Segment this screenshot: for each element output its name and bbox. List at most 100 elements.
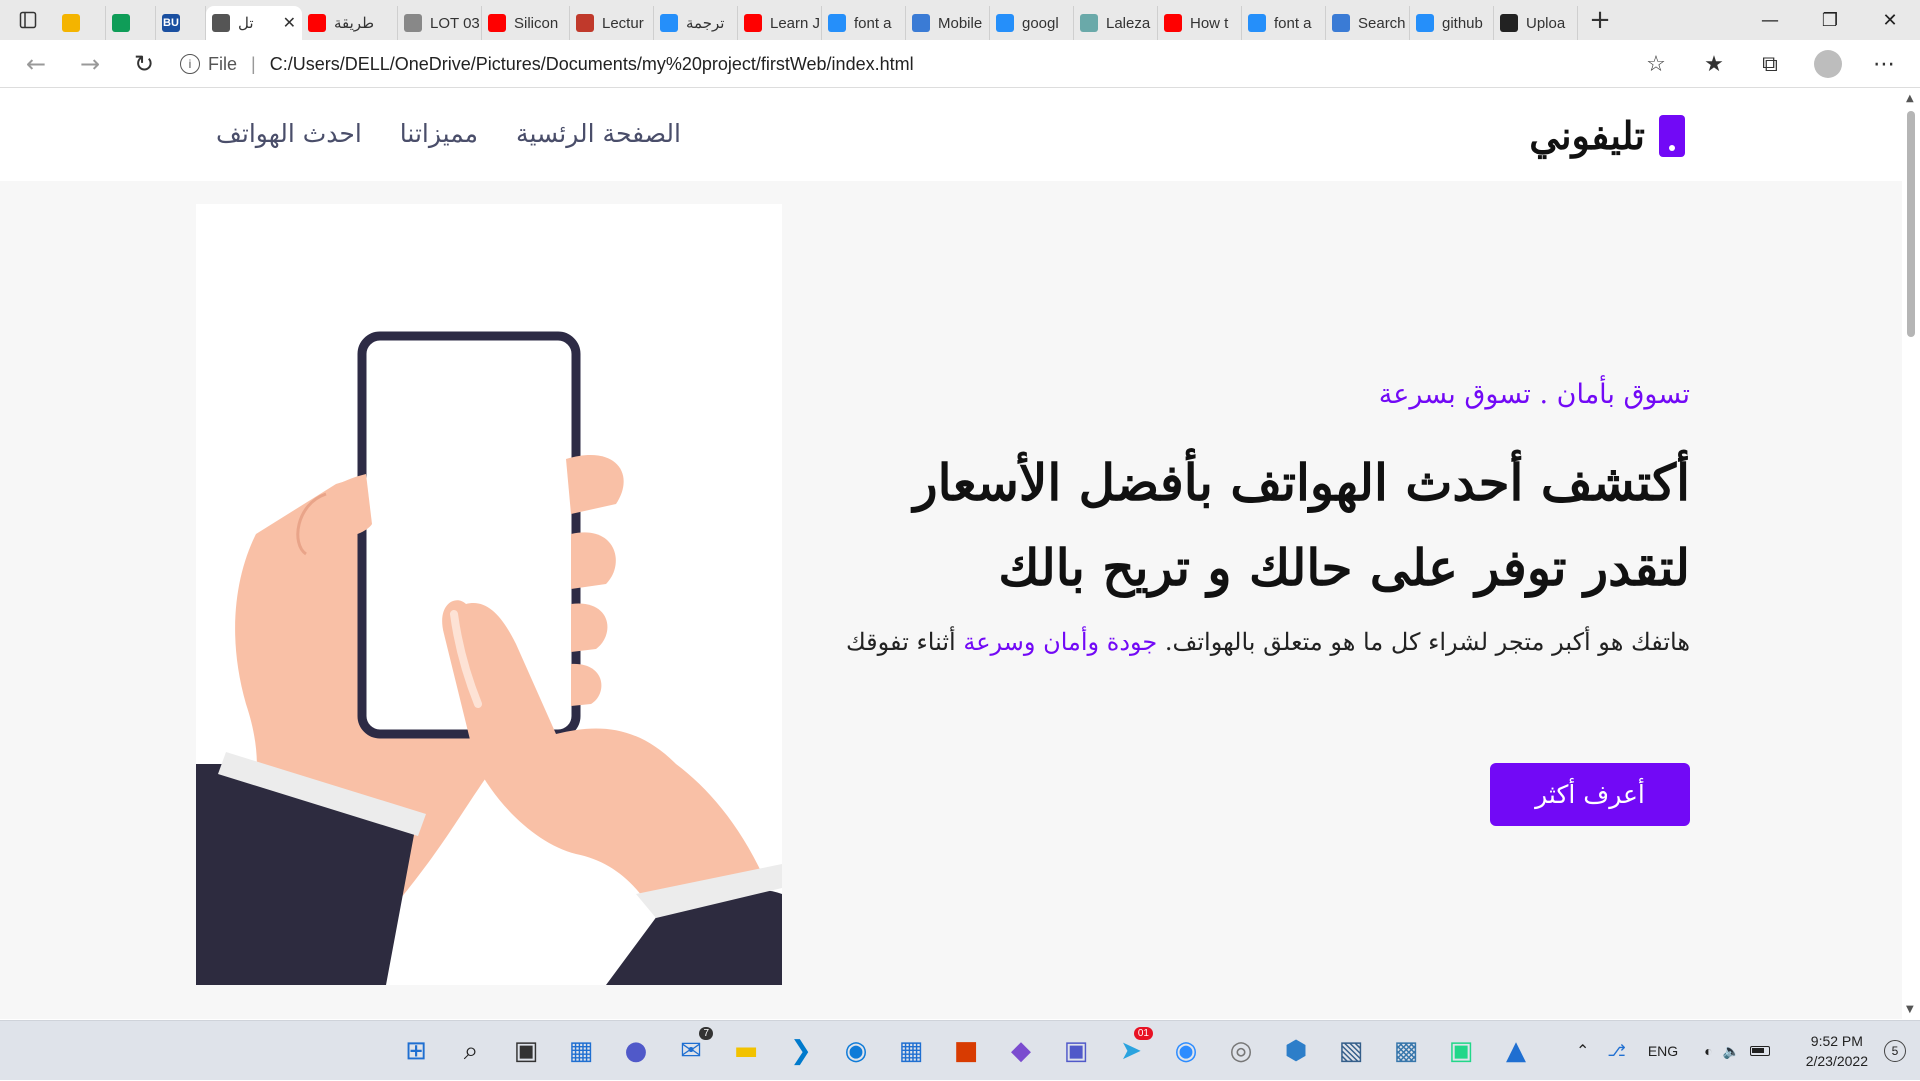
python-icon[interactable]: ▩	[1386, 1031, 1426, 1071]
description-end: أثناء تفوقك	[845, 628, 964, 656]
nav-link-home[interactable]: الصفحة الرئسية	[516, 119, 681, 148]
pdf-icon	[576, 14, 594, 32]
settings-more-icon[interactable]: ⋯	[1864, 44, 1904, 84]
browser-tab[interactable]: Laleza	[1074, 6, 1158, 40]
profile-avatar[interactable]	[1808, 44, 1848, 84]
bluetooth-icon[interactable]: ⎇	[1607, 1041, 1625, 1061]
store-icon[interactable]: ▦	[891, 1031, 931, 1071]
flag-icon	[1332, 14, 1350, 32]
browser-tab[interactable]: Learn J	[738, 6, 822, 40]
nav-link-latest-phones[interactable]: احدث الهواتف	[216, 119, 362, 148]
cube-icon[interactable]: ⬢	[1276, 1031, 1316, 1071]
tab-label: Silicon	[514, 14, 559, 32]
learn-more-button[interactable]: أعرف أكثر	[1490, 763, 1690, 826]
site-brand[interactable]: تليفوني	[1529, 113, 1685, 158]
tab-label: Lectur	[602, 14, 644, 32]
edge-icon[interactable]: ◉	[836, 1031, 876, 1071]
tab-label: Laleza	[1106, 14, 1151, 32]
terminal-icon[interactable]: ▧	[1331, 1031, 1371, 1071]
hand-holding-phone-illustration	[196, 331, 782, 985]
add-favorite-icon[interactable]: ☆	[1636, 44, 1676, 84]
browser-tab[interactable]: LOT 03	[398, 6, 482, 40]
site-nav-links: الصفحة الرئسية مميزاتنا احدث الهواتف	[216, 119, 681, 148]
browser-tab[interactable]: Search	[1326, 6, 1410, 40]
url-text[interactable]: C:/Users/DELL/OneDrive/Pictures/Document…	[270, 54, 914, 75]
browser-tab[interactable]	[106, 6, 156, 40]
photos-icon[interactable]: ▲	[1496, 1031, 1536, 1071]
browser-tab[interactable]: googl	[990, 6, 1074, 40]
telegram-badge: 01	[1133, 1027, 1153, 1040]
browser-tab[interactable]: How t	[1158, 6, 1242, 40]
page-scrollbar[interactable]: ▲ ▼	[1902, 89, 1920, 1019]
volume-icon[interactable]: 🔈	[1723, 1043, 1740, 1060]
app-icon[interactable]: ◎	[1221, 1031, 1261, 1071]
browser-tab[interactable]: ترجمة	[654, 6, 738, 40]
google-drive-icon	[112, 14, 130, 32]
youtube-icon	[1164, 14, 1182, 32]
widgets-icon[interactable]: ▦	[561, 1031, 601, 1071]
bing-icon	[660, 14, 678, 32]
minimize-button[interactable]: —	[1740, 0, 1800, 40]
forward-button[interactable]: →	[68, 44, 112, 84]
youtube-icon	[308, 14, 326, 32]
notification-badge[interactable]: 5	[1884, 1040, 1906, 1062]
tab-actions-button[interactable]	[0, 0, 56, 40]
hero-tagline: تسوق بأمان . تسوق بسرعة	[1378, 379, 1690, 410]
tab-label: طريقة	[334, 15, 375, 32]
scroll-down-arrow-icon[interactable]: ▼	[1906, 1004, 1914, 1015]
browser-tab[interactable]: تل ✕	[206, 6, 302, 40]
teams-icon[interactable]: ▣	[1056, 1031, 1096, 1071]
back-button[interactable]: ←	[14, 44, 58, 84]
browser-tab[interactable]: Mobile	[906, 6, 990, 40]
pycharm-icon[interactable]: ▣	[1441, 1031, 1481, 1071]
language-indicator[interactable]: ENG	[1648, 1043, 1678, 1059]
bu-icon: BU	[162, 14, 180, 32]
favorites-icon[interactable]: ★	[1694, 44, 1734, 84]
close-tab-icon[interactable]: ✕	[283, 13, 296, 33]
browser-tab[interactable]: Lectur	[570, 6, 654, 40]
mail-icon[interactable]: ✉ 7	[671, 1027, 713, 1071]
windows-start-icon[interactable]: ⊞	[396, 1031, 436, 1071]
battery-icon[interactable]	[1750, 1046, 1771, 1056]
tab-actions-icon	[19, 11, 37, 29]
browser-tab[interactable]	[56, 6, 106, 40]
office-icon[interactable]: ■	[946, 1031, 986, 1071]
tray-overflow-icon[interactable]: ⌃	[1576, 1041, 1589, 1061]
wifi-icon[interactable]: ◐	[1704, 1043, 1712, 1059]
browser-tab[interactable]: Silicon	[482, 6, 570, 40]
tab-label: ترجمة	[686, 15, 725, 32]
browser-tab[interactable]: Uploa	[1494, 6, 1578, 40]
browser-tab[interactable]: font a	[1242, 6, 1326, 40]
browser-tab[interactable]: BU	[156, 6, 206, 40]
scroll-up-arrow-icon[interactable]: ▲	[1906, 93, 1914, 104]
new-tab-button[interactable]: +	[1578, 0, 1622, 40]
refresh-button[interactable]: ↻	[122, 44, 166, 84]
web-page: تليفوني الصفحة الرئسية مميزاتنا احدث اله…	[0, 89, 1902, 1019]
tab-label: font a	[854, 14, 892, 32]
telegram-icon[interactable]: ➤ 01	[1111, 1027, 1153, 1071]
restore-button[interactable]: ❐	[1800, 0, 1860, 40]
nav-link-features[interactable]: مميزاتنا	[400, 119, 478, 148]
info-icon[interactable]: i	[180, 54, 200, 74]
browser-tab[interactable]: font a	[822, 6, 906, 40]
collections-icon[interactable]: ⧉	[1750, 44, 1790, 84]
close-window-button[interactable]: ✕	[1860, 0, 1920, 40]
hero-description: هاتفك هو أكبر متجر لشراء كل ما هو متعلق …	[810, 628, 1690, 656]
browser-tab[interactable]: github	[1410, 6, 1494, 40]
scroll-thumb[interactable]	[1907, 111, 1915, 337]
visual-studio-icon[interactable]: ◆	[1001, 1031, 1041, 1071]
zoom-icon[interactable]: ◉	[1166, 1031, 1206, 1071]
teams-chat-icon[interactable]: ●	[616, 1031, 656, 1071]
tab-label: github	[1442, 14, 1483, 32]
browser-tab[interactable]: طريقة	[302, 6, 398, 40]
vscode-icon[interactable]: ❯	[781, 1031, 821, 1071]
search-icon[interactable]: ⌕	[451, 1031, 491, 1071]
file-explorer-icon[interactable]: ▬	[726, 1031, 766, 1071]
hero-headline: أكتشف أحدث الهواتف بأفضل الأسعار لتقدر ت…	[913, 453, 1690, 597]
taskbar-clock[interactable]: 9:52 PM 2/23/2022	[1806, 1031, 1868, 1071]
address-bar[interactable]: i File | C:/Users/DELL/OneDrive/Pictures…	[180, 44, 1680, 84]
task-view-icon[interactable]: ▣	[506, 1031, 546, 1071]
clock-time: 9:52 PM	[1810, 1033, 1863, 1049]
tab-label: LOT 03	[430, 14, 480, 32]
windows-taskbar: ⊞ ⌕ ▣ ▦ ● ✉ 7 ▬ ❯ ◉ ▦ ■ ◆ ▣ ➤ 01 ◉ ◎ ⬢ ▧ ▩ ▣ ▲ ⌃ ⎇ ENG ◐ 🔈 9:5…	[0, 1020, 1920, 1080]
